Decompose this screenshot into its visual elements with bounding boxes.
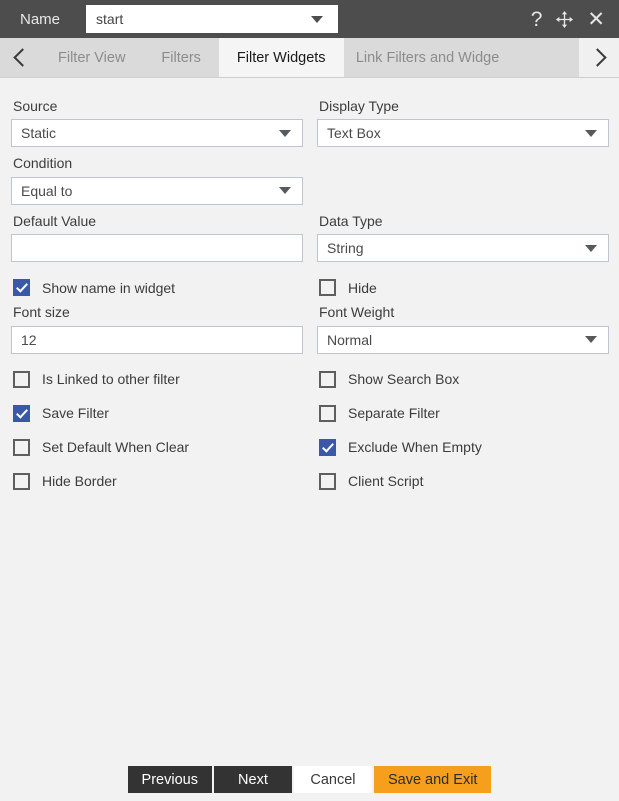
checkbox-separate-filter[interactable]: Separate Filter	[317, 404, 609, 422]
help-icon[interactable]: ?	[531, 9, 543, 30]
font-weight-value: Normal	[327, 331, 373, 348]
tab-label: Filters	[161, 49, 201, 66]
condition-value: Equal to	[21, 182, 73, 199]
checkbox-row-2: Is Linked to other filter Show Search Bo…	[11, 370, 609, 388]
tabs-scroll-right-button[interactable]	[579, 38, 619, 77]
checkbox-box[interactable]	[319, 404, 336, 422]
checkbox-box[interactable]	[13, 404, 30, 422]
checkbox-show-name-in-widget[interactable]: Show name in widget	[11, 279, 303, 297]
move-icon[interactable]	[555, 10, 574, 29]
name-combo-box[interactable]: start	[86, 5, 339, 33]
source-value: Static	[21, 125, 57, 142]
checkbox-show-search-box[interactable]: Show Search Box	[317, 370, 609, 388]
chevron-down-icon	[279, 129, 291, 137]
checkbox-hide[interactable]: Hide	[317, 279, 609, 297]
checkbox-label: Show name in widget	[42, 279, 176, 296]
checkbox-box[interactable]	[319, 438, 336, 456]
font-size-input[interactable]: 12	[11, 325, 303, 354]
tab-filter-view[interactable]: Filter View	[40, 38, 144, 77]
filter-widget-form: Source Static Display Type Text Box Cond…	[0, 78, 619, 490]
form-row-font: Font size 12 Font Weight Normal	[11, 296, 609, 354]
data-type-select[interactable]: String	[317, 234, 609, 263]
font-size-label: Font size	[13, 304, 70, 321]
checkbox-is-linked-to-other-filter[interactable]: Is Linked to other filter	[11, 370, 303, 388]
checkbox-box[interactable]	[319, 279, 336, 297]
form-row-source: Source Static Display Type Text Box	[11, 90, 609, 148]
field-font-weight: Font Weight Normal	[317, 296, 609, 354]
chevron-right-icon	[587, 48, 607, 67]
font-weight-select[interactable]: Normal	[317, 325, 609, 354]
field-source: Source Static	[11, 90, 303, 148]
checkbox-save-filter[interactable]: Save Filter	[11, 404, 303, 422]
checkbox-label: Set Default When Clear	[42, 439, 190, 456]
checkbox-box[interactable]	[13, 279, 30, 297]
form-row-default-value: Default Value Data Type String	[11, 205, 609, 263]
checkbox-label: Is Linked to other filter	[42, 371, 180, 388]
display-type-value: Text Box	[327, 125, 381, 142]
title-bar: Name start ? ✕	[0, 0, 619, 38]
checkbox-box[interactable]	[319, 370, 336, 388]
field-display-type: Display Type Text Box	[317, 90, 609, 148]
checkbox-label: Client Script	[348, 473, 424, 490]
checkbox-hide-border[interactable]: Hide Border	[11, 472, 303, 490]
default-value-input[interactable]	[11, 234, 303, 263]
tab-filters[interactable]: Filters	[143, 38, 219, 77]
chevron-left-icon	[12, 48, 32, 67]
tab-label: Link Filters and Widge	[355, 49, 500, 66]
chevron-down-icon	[585, 129, 597, 137]
checkbox-box[interactable]	[13, 472, 30, 490]
chevron-down-icon	[585, 244, 597, 252]
save-and-exit-button[interactable]: Save and Exit	[373, 766, 492, 793]
font-weight-label: Font Weight	[319, 304, 395, 321]
checkbox-label: Hide	[348, 279, 377, 296]
checkbox-exclude-when-empty[interactable]: Exclude When Empty	[317, 438, 609, 456]
source-select[interactable]: Static	[11, 119, 303, 148]
data-type-value: String	[327, 240, 364, 257]
checkbox-row-1: Show name in widget Hide	[11, 279, 609, 297]
checkbox-row-4: Set Default When Clear Exclude When Empt…	[11, 438, 609, 456]
previous-button[interactable]: Previous	[127, 766, 212, 793]
name-combo-value: start	[96, 11, 124, 27]
condition-label: Condition	[13, 155, 73, 172]
tab-label: Filter Widgets	[236, 49, 326, 66]
data-type-label: Data Type	[319, 212, 383, 229]
display-type-label: Display Type	[319, 98, 399, 114]
chevron-down-icon	[311, 15, 324, 23]
checkbox-label: Separate Filter	[348, 405, 440, 422]
close-icon[interactable]: ✕	[587, 9, 605, 30]
checkbox-set-default-when-clear[interactable]: Set Default When Clear	[11, 438, 303, 456]
form-row-condition: Condition Equal to	[11, 147, 608, 205]
checkbox-row-5: Hide Border Client Script	[11, 472, 609, 490]
checkbox-label: Exclude When Empty	[348, 439, 482, 456]
default-value-label: Default Value	[13, 212, 97, 229]
dialog-footer: Previous Next Cancel Save and Exit	[0, 766, 619, 793]
tab-link-filters-and-widgets[interactable]: Link Filters and Widge	[343, 38, 512, 77]
tabs-scroll-left-button[interactable]	[0, 38, 40, 77]
checkbox-client-script[interactable]: Client Script	[317, 472, 609, 490]
tab-filter-widgets[interactable]: Filter Widgets	[218, 38, 344, 77]
chevron-down-icon	[585, 336, 597, 344]
field-font-size: Font size 12	[11, 296, 303, 354]
checkbox-label: Show Search Box	[348, 371, 460, 388]
field-condition: Condition Equal to	[11, 147, 303, 205]
checkbox-label: Save Filter	[42, 405, 109, 422]
tab-bar: Filter View Filters Filter Widgets Link …	[0, 38, 619, 78]
chevron-down-icon	[279, 187, 291, 195]
font-size-value: 12	[21, 331, 37, 348]
source-label: Source	[13, 98, 58, 114]
checkbox-label: Hide Border	[42, 473, 117, 490]
checkbox-box[interactable]	[13, 370, 30, 388]
tab-label: Filter View	[58, 49, 126, 66]
display-type-select[interactable]: Text Box	[317, 119, 609, 148]
field-default-value: Default Value	[11, 205, 303, 263]
name-label: Name	[20, 10, 61, 28]
condition-select[interactable]: Equal to	[11, 176, 303, 205]
checkbox-box[interactable]	[319, 472, 336, 490]
checkbox-row-3: Save Filter Separate Filter	[11, 404, 609, 422]
title-bar-icons: ? ✕	[531, 9, 619, 30]
next-button[interactable]: Next	[213, 766, 292, 793]
checkbox-box[interactable]	[13, 438, 30, 456]
field-data-type: Data Type String	[317, 205, 609, 263]
cancel-button[interactable]: Cancel	[293, 766, 372, 793]
